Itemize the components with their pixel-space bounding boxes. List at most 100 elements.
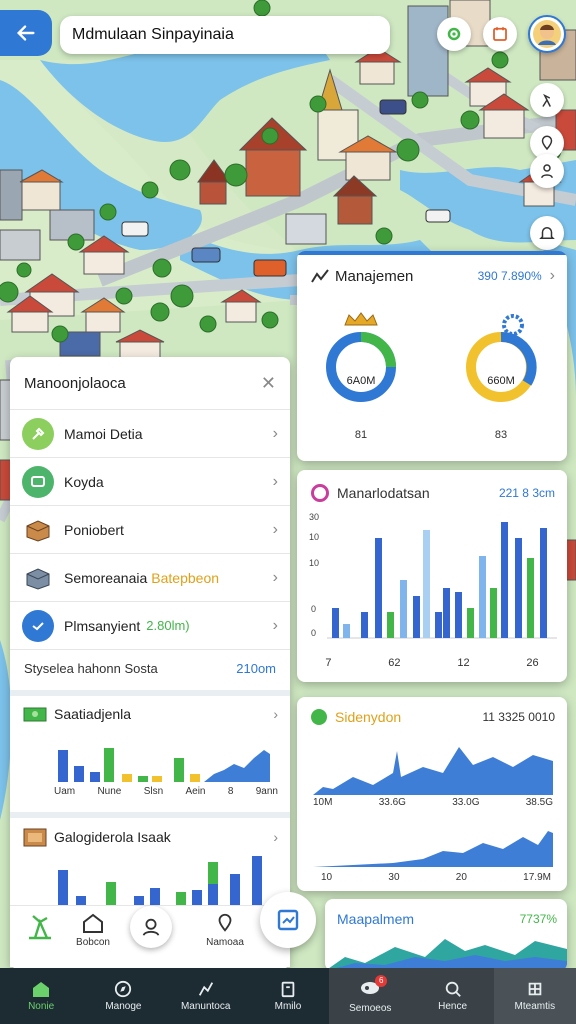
compass-icon	[115, 980, 132, 998]
summary-value: 210om	[236, 661, 276, 676]
clock-icon	[22, 609, 54, 642]
nav-monitor[interactable]: Manuntoca	[165, 968, 247, 1024]
area-chart-2	[325, 939, 567, 971]
chevron-right-icon: ›	[272, 472, 278, 490]
y-label-4: 0	[311, 604, 316, 614]
chevron-right-icon: ›	[273, 706, 278, 722]
bell-icon	[539, 227, 555, 239]
route-icon	[198, 982, 213, 996]
nav-manage[interactable]: Manoge	[82, 968, 164, 1024]
menu-item-label: Plmsanyient	[64, 617, 141, 634]
nav-label: Hence	[438, 1001, 467, 1012]
chevron-right-icon: ›	[273, 829, 278, 845]
nav-label: Nonie	[28, 1001, 55, 1012]
nav-mobile[interactable]: Mmilo	[247, 968, 329, 1024]
gauge-right-value: 660M	[487, 375, 515, 387]
panel-action-row: Bobcon Namoaa	[10, 905, 290, 967]
back-button[interactable]	[0, 10, 52, 56]
x-label-3: Slsn	[143, 786, 164, 797]
float-nav-item-3[interactable]: Namoaa	[200, 912, 250, 948]
nav-metrics[interactable]: Mteamtis	[493, 968, 576, 1024]
pin-icon	[541, 135, 553, 151]
area-chart-card[interactable]: Sidenydon 11 3325 0010 10M 33.6G 33.0G 3…	[297, 697, 567, 891]
x-label-4: 38.5G	[525, 797, 553, 808]
gauge-left-caption: 81	[354, 429, 368, 441]
management-title: Manajemen	[335, 267, 414, 285]
x-label-4: 26	[526, 657, 539, 669]
leaf-icon	[311, 709, 327, 725]
y-label-3: 10	[309, 558, 319, 568]
area-chart-card-2[interactable]: Maapalmem 7737%	[325, 899, 567, 971]
chevron-right-icon: ›	[272, 616, 278, 634]
nav-services[interactable]: 6 Semoeos	[329, 968, 412, 1024]
area-chart-upper	[313, 747, 553, 795]
area-card-title: Sidenydon	[335, 709, 402, 725]
gear-icon	[502, 314, 524, 336]
avatar[interactable]	[528, 15, 566, 53]
search-input[interactable]: Mdmulaan Sinpayinaia	[72, 26, 234, 44]
menu-item-2[interactable]: Koyda ›	[10, 457, 290, 505]
search-bar[interactable]: Mdmulaan Sinpayinaia	[60, 16, 390, 54]
nav-search[interactable]: Hence	[411, 968, 494, 1024]
x-label-1: 7	[325, 657, 332, 669]
user-avatar-icon	[533, 20, 561, 48]
profile-button[interactable]	[530, 154, 564, 188]
plant-icon	[29, 915, 51, 940]
clipboard-icon	[281, 981, 295, 998]
float-nav-item-1[interactable]: Bobcon	[68, 912, 118, 948]
home-action[interactable]	[20, 912, 60, 947]
x-label-4: 17.9M	[523, 872, 551, 883]
management-value: 390 7.890%	[477, 269, 542, 283]
y-label-5: 0	[311, 628, 316, 638]
x-label-3: 20	[455, 872, 467, 883]
nav-label: Manoge	[105, 1001, 142, 1012]
stats-subcard[interactable]: Saatiadjenla › Uam Nune Slsn Aein 8 9ann	[10, 690, 290, 810]
box-icon	[22, 514, 54, 546]
arrow-left-icon	[16, 25, 35, 41]
chevron-right-icon[interactable]: ›	[550, 267, 555, 285]
subcard-bar-chart	[58, 856, 262, 908]
area-card-value: 11 3325 0010	[482, 710, 555, 724]
area-lower-x-axis: 10 30 20 17.9M	[321, 872, 551, 883]
server-icon	[22, 562, 54, 594]
menu-item-4[interactable]: Semoreanaia Batepbeon ›	[10, 553, 290, 601]
nav-home[interactable]: Nonie	[0, 968, 82, 1024]
nav-label: Semoeos	[349, 1002, 392, 1014]
chevron-right-icon: ›	[272, 520, 278, 538]
gauge-left-value: 6A0M	[346, 375, 376, 387]
subcard-title: Saatiadjenla	[54, 706, 132, 722]
float-nav-label: Namoaa	[206, 937, 244, 948]
subcard-title: Galogiderola Isaak	[54, 829, 171, 845]
x-label-1: Uam	[54, 786, 76, 797]
menu-item-label: Poniobert	[64, 521, 124, 538]
search-icon	[445, 981, 461, 997]
x-label-2: 33.6G	[378, 797, 406, 808]
person-icon	[142, 918, 160, 936]
pin-icon	[218, 913, 232, 932]
home-icon	[83, 913, 103, 933]
menu-item-3[interactable]: Poniobert ›	[10, 505, 290, 553]
management-panel[interactable]: Manoonjolaoca ✕ Mamoi Detia › Koyda › Po…	[10, 357, 290, 969]
recenter-button[interactable]	[437, 17, 471, 51]
walking-icon	[542, 93, 551, 107]
menu-item-1[interactable]: Mamoi Detia ›	[10, 409, 290, 457]
float-nav-item-2[interactable]	[130, 906, 172, 948]
menu-item-5[interactable]: Plmsanyient 2.80lm) ›	[10, 601, 290, 649]
bar-chart-card[interactable]: Manarlodatsan 221 8 3cm 30 10 10 0 0 7 6…	[297, 470, 567, 682]
directions-button[interactable]	[530, 83, 564, 117]
fab-report-button[interactable]	[260, 892, 316, 948]
money-icon	[23, 707, 47, 722]
menu-item-label: Semoreanaia	[64, 569, 148, 586]
x-label-3: 12	[457, 657, 470, 669]
float-nav-label: Bobcon	[76, 937, 110, 948]
bell-button[interactable]	[530, 216, 564, 250]
calendar-button[interactable]	[483, 17, 517, 51]
menu-item-extra: 2.80lm)	[146, 618, 190, 633]
bars	[332, 522, 547, 638]
management-card[interactable]: Manajemen 390 7.890% › 6A0M 81 660M 83	[297, 251, 567, 461]
x-label-2: 30	[388, 872, 400, 883]
close-icon[interactable]: ✕	[261, 373, 276, 394]
x-label-3: 33.0G	[452, 797, 480, 808]
gauge-left	[326, 312, 396, 402]
chat-icon	[22, 465, 54, 498]
